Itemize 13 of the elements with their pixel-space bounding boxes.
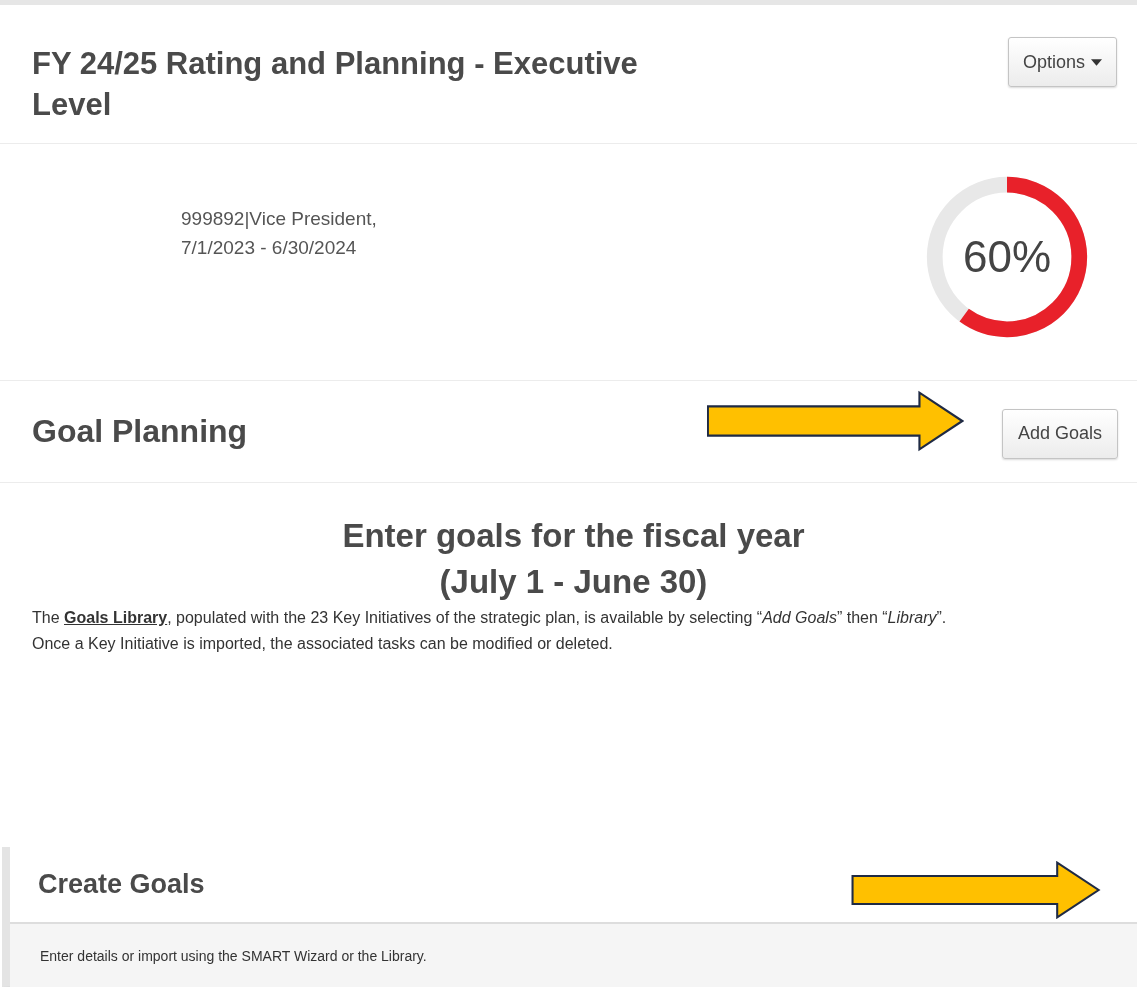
instructions-heading: Enter goals for the fiscal year (July 1 - June 30)	[341, 516, 806, 602]
caret-icon	[1091, 58, 1102, 66]
panel-title: Create Goals	[38, 869, 205, 900]
panel-description: Enter details or import using the SMART Wizard or the Library.	[40, 947, 427, 964]
employee-info: 7/1/2023 - 6/30/2024	[181, 236, 358, 260]
options-button[interactable]: Options	[1007, 37, 1117, 87]
instructions-text: The Goals Library, populated with the 23 Key Initiatives of the strategic plan, is available by selecting “Add Goals” then “Library”. Once a Key Initiative is imported, the associated tasks can be modified or deleted.	[32, 608, 948, 654]
progress-percent: 60%	[961, 231, 1053, 283]
page-title: FY 24/25 Rating and Planning - Executive Level	[32, 45, 639, 124]
employee-info: 999892|Vice President,	[181, 207, 377, 231]
goals-library-link[interactable]: Goals Library	[64, 609, 168, 626]
add-goals-button[interactable]: Add Goals	[1001, 408, 1118, 459]
section-title: Goal Planning	[32, 413, 248, 450]
